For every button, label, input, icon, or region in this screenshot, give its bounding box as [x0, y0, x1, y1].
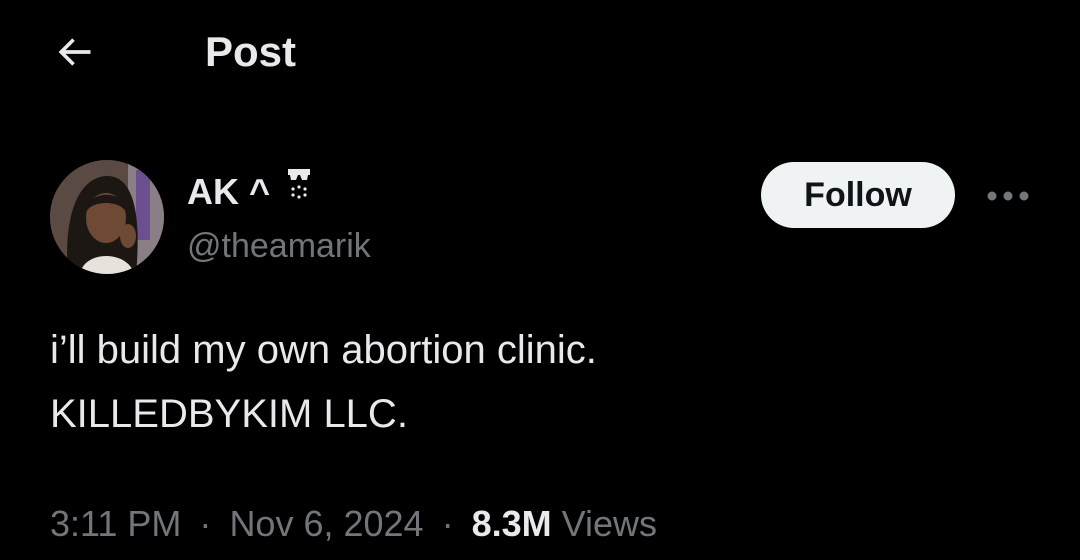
avatar[interactable] — [50, 160, 164, 274]
views-count: 8.3M — [471, 503, 552, 544]
post-body: i’ll build my own abortion clinic. KILLE… — [50, 318, 1030, 446]
display-name[interactable]: AK ^ — [187, 168, 270, 216]
separator-dot: · — [199, 503, 212, 544]
views-label: Views — [561, 503, 658, 544]
separator-dot: · — [441, 503, 454, 544]
post-time[interactable]: 3:11 PM — [50, 503, 181, 544]
display-name-row: AK ^ — [187, 168, 316, 216]
page-title: Post — [205, 28, 297, 75]
post-date[interactable]: Nov 6, 2024 — [229, 503, 423, 544]
arrow-left-icon — [58, 38, 91, 66]
post-text-line: i’ll build my own abortion clinic. — [50, 328, 597, 372]
post-text-line: KILLEDBYKIM LLC. — [50, 392, 408, 436]
top-bar: Post — [0, 0, 1080, 104]
more-horizontal-icon — [987, 191, 1029, 201]
back-button[interactable] — [46, 28, 102, 76]
more-options-button[interactable] — [980, 176, 1036, 216]
post-author: AK ^ @theamarik Follow — [50, 160, 1040, 280]
follow-button[interactable]: Follow — [761, 162, 955, 228]
views-link[interactable]: 8.3M Views — [472, 503, 657, 544]
decorative-emoji-icon — [288, 169, 311, 199]
user-handle[interactable]: @theamarik — [187, 224, 371, 268]
avatar-image — [50, 160, 164, 274]
post-metadata: 3:11 PM · Nov 6, 2024 · 8.3M Views — [50, 500, 657, 548]
